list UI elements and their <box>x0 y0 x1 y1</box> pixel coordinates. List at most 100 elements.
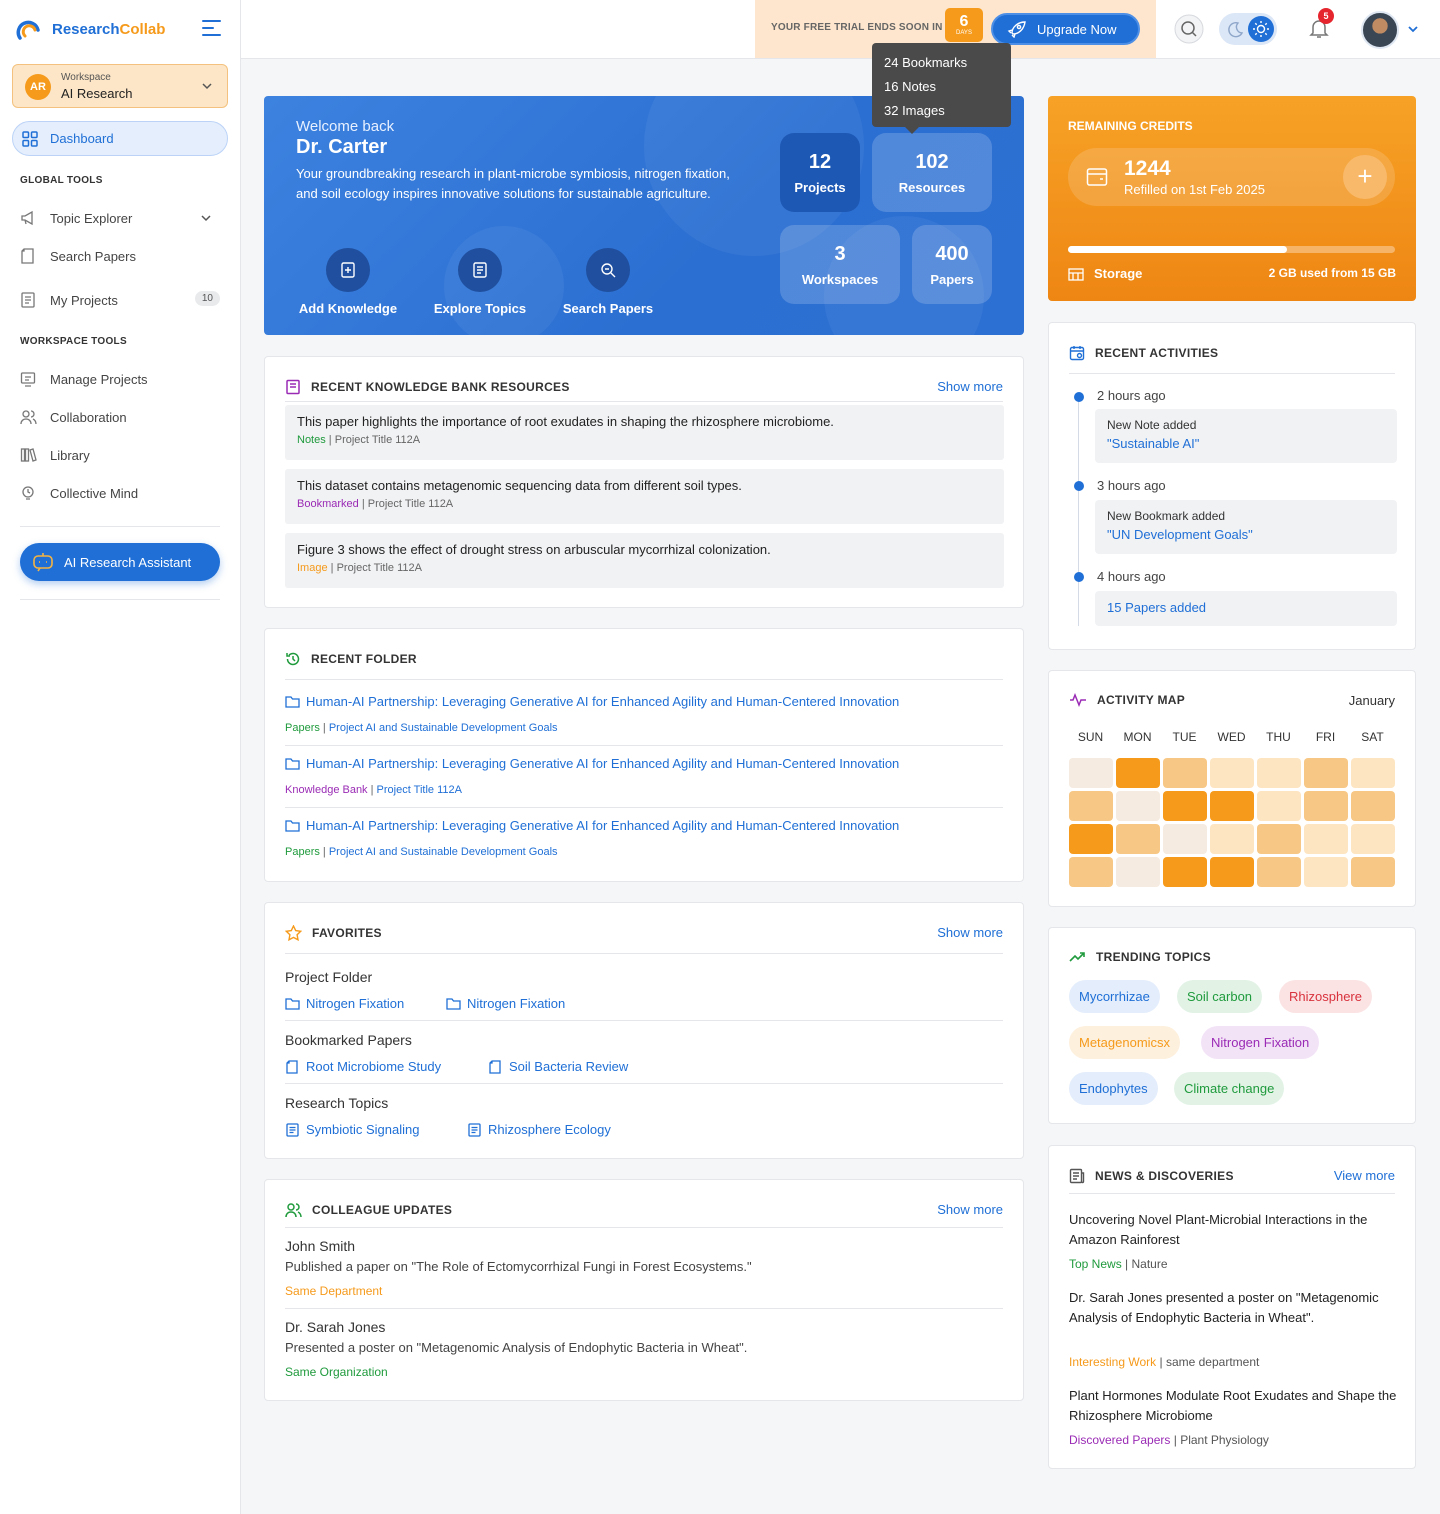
news-source: Plant Physiology <box>1180 1433 1269 1447</box>
timeline-dot <box>1074 572 1084 582</box>
heatmap-cell[interactable] <box>1163 857 1207 887</box>
list-item[interactable]: This dataset contains metagenomic sequen… <box>285 469 1004 524</box>
stat-resources[interactable]: 102 Resources <box>872 133 992 212</box>
topic-pill[interactable]: Nitrogen Fixation <box>1201 1026 1320 1059</box>
heatmap-cell[interactable] <box>1304 857 1348 887</box>
heatmap-cell[interactable] <box>1351 758 1395 788</box>
colleague-name[interactable]: John Smith <box>285 1238 355 1254</box>
sidebar-item-collaboration[interactable]: Collaboration <box>20 409 220 425</box>
folder-link[interactable]: Human-AI Partnership: Leveraging Generat… <box>285 694 899 709</box>
theme-toggle[interactable] <box>1219 13 1277 45</box>
sidebar-item-my-projects[interactable]: My Projects 10 <box>20 291 220 308</box>
favorite-link[interactable]: Root Microbiome Study <box>285 1059 441 1074</box>
heatmap-cell[interactable] <box>1210 824 1254 854</box>
heatmap-cell[interactable] <box>1351 857 1395 887</box>
heatmap-cell[interactable] <box>1257 791 1301 821</box>
menu-toggle-icon[interactable] <box>202 20 221 41</box>
add-knowledge-action[interactable]: Add Knowledge <box>296 248 400 316</box>
list-item[interactable]: This paper highlights the importance of … <box>285 405 1004 460</box>
heatmap-cell[interactable] <box>1069 824 1113 854</box>
sidebar-item-label: Collaboration <box>50 409 127 425</box>
topic-pill[interactable]: Endophytes <box>1069 1072 1158 1105</box>
sidebar-item-collective-mind[interactable]: Collective Mind <box>20 485 220 501</box>
upgrade-now-button[interactable]: Upgrade Now <box>991 13 1140 45</box>
heatmap-cell[interactable] <box>1304 758 1348 788</box>
user-avatar[interactable] <box>1361 11 1399 49</box>
favorite-link[interactable]: Soil Bacteria Review <box>488 1059 628 1074</box>
heatmap-cell[interactable] <box>1304 824 1348 854</box>
heatmap-cell[interactable] <box>1163 758 1207 788</box>
document-icon <box>21 248 34 264</box>
sidebar-item-manage-projects[interactable]: Manage Projects <box>20 371 220 387</box>
heatmap-cell[interactable] <box>1116 791 1160 821</box>
show-more-link[interactable]: Show more <box>937 379 1003 394</box>
heatmap-cell[interactable] <box>1351 791 1395 821</box>
favorite-link[interactable]: Nitrogen Fixation <box>285 996 404 1011</box>
heatmap-cell[interactable] <box>1257 857 1301 887</box>
sidebar-item-search-papers[interactable]: Search Papers <box>20 248 220 264</box>
heatmap-cell[interactable] <box>1210 758 1254 788</box>
heatmap-cell[interactable] <box>1116 857 1160 887</box>
heatmap-cell[interactable] <box>1163 791 1207 821</box>
topic-pill[interactable]: Metagenomicsx <box>1069 1026 1181 1059</box>
heatmap-cell[interactable] <box>1210 791 1254 821</box>
activity-map-month[interactable]: January <box>1349 693 1395 708</box>
list-doc-icon <box>21 292 35 308</box>
sidebar-item-topic-explorer[interactable]: Topic Explorer <box>20 210 220 226</box>
logo[interactable]: ResearchCollab <box>16 16 165 42</box>
favorite-link[interactable]: Symbiotic Signaling <box>285 1122 419 1137</box>
history-icon <box>286 652 300 666</box>
explore-topics-action[interactable]: Explore Topics <box>430 248 530 316</box>
activity-item[interactable]: New Bookmark added "UN Development Goals… <box>1095 500 1397 554</box>
workspace-switcher[interactable]: AR Workspace AI Research <box>12 64 228 108</box>
favorites-group-heading: Research Topics <box>285 1095 389 1111</box>
topic-pill[interactable]: Climate change <box>1174 1072 1285 1105</box>
stat-workspaces[interactable]: 3 Workspaces <box>780 225 900 304</box>
heatmap-cell[interactable] <box>1069 758 1113 788</box>
heatmap-cell[interactable] <box>1069 857 1113 887</box>
heatmap-cell[interactable] <box>1351 824 1395 854</box>
activity-item[interactable]: 15 Papers added <box>1095 591 1397 626</box>
sidebar-item-dashboard[interactable]: Dashboard <box>12 121 228 156</box>
list-item[interactable]: Figure 3 shows the effect of drought str… <box>285 533 1004 588</box>
heatmap-cell[interactable] <box>1257 824 1301 854</box>
divider <box>285 953 1003 954</box>
credits-box: 1244 Refilled on 1st Feb 2025 + <box>1068 148 1395 206</box>
resource-meta: Image | Project Title 112A <box>297 562 422 574</box>
search-papers-action[interactable]: Search Papers <box>558 248 658 316</box>
search-icon[interactable] <box>1174 14 1204 44</box>
heatmap-cell[interactable] <box>1163 824 1207 854</box>
show-more-link[interactable]: Show more <box>937 1202 1003 1217</box>
favorite-label: Nitrogen Fixation <box>306 996 405 1011</box>
folder-link[interactable]: Human-AI Partnership: Leveraging Generat… <box>285 818 899 833</box>
resource-text: This paper highlights the importance of … <box>297 414 834 429</box>
add-credits-button[interactable]: + <box>1343 155 1387 199</box>
news-title[interactable]: Dr. Sarah Jones presented a poster on "M… <box>1069 1288 1399 1328</box>
colleague-name[interactable]: Dr. Sarah Jones <box>285 1319 385 1335</box>
favorite-link[interactable]: Nitrogen Fixation <box>446 996 565 1011</box>
stat-papers[interactable]: 400 Papers <box>912 225 992 304</box>
show-more-link[interactable]: Show more <box>937 925 1003 940</box>
heatmap-cell[interactable] <box>1257 758 1301 788</box>
news-title[interactable]: Uncovering Novel Plant-Microbial Interac… <box>1069 1210 1399 1250</box>
ai-research-assistant-button[interactable]: AI Research Assistant <box>20 543 220 581</box>
chevron-down-icon[interactable] <box>1407 24 1419 34</box>
stat-projects[interactable]: 12 Projects <box>780 133 860 212</box>
topic-pill[interactable]: Rhizosphere <box>1279 980 1372 1013</box>
heatmap-cell[interactable] <box>1069 791 1113 821</box>
heatmap-cell[interactable] <box>1116 758 1160 788</box>
folder-title: Human-AI Partnership: Leveraging Generat… <box>306 818 900 833</box>
heatmap-cell[interactable] <box>1210 857 1254 887</box>
topic-pill[interactable]: Soil carbon <box>1177 980 1263 1013</box>
knowledge-bank-card: RECENT KNOWLEDGE BANK RESOURCES Show mor… <box>264 356 1024 608</box>
news-title[interactable]: Plant Hormones Modulate Root Exudates an… <box>1069 1386 1399 1426</box>
folder-link[interactable]: Human-AI Partnership: Leveraging Generat… <box>285 756 899 771</box>
sidebar-item-library[interactable]: Library <box>20 447 220 463</box>
topic-pill[interactable]: Mycorrhizae <box>1069 980 1160 1013</box>
ai-button-label: AI Research Assistant <box>64 554 192 570</box>
favorite-link[interactable]: Rhizosphere Ecology <box>467 1122 611 1137</box>
view-more-link[interactable]: View more <box>1334 1168 1395 1183</box>
heatmap-cell[interactable] <box>1116 824 1160 854</box>
heatmap-cell[interactable] <box>1304 791 1348 821</box>
activity-item[interactable]: New Note added "Sustainable AI" <box>1095 409 1397 463</box>
